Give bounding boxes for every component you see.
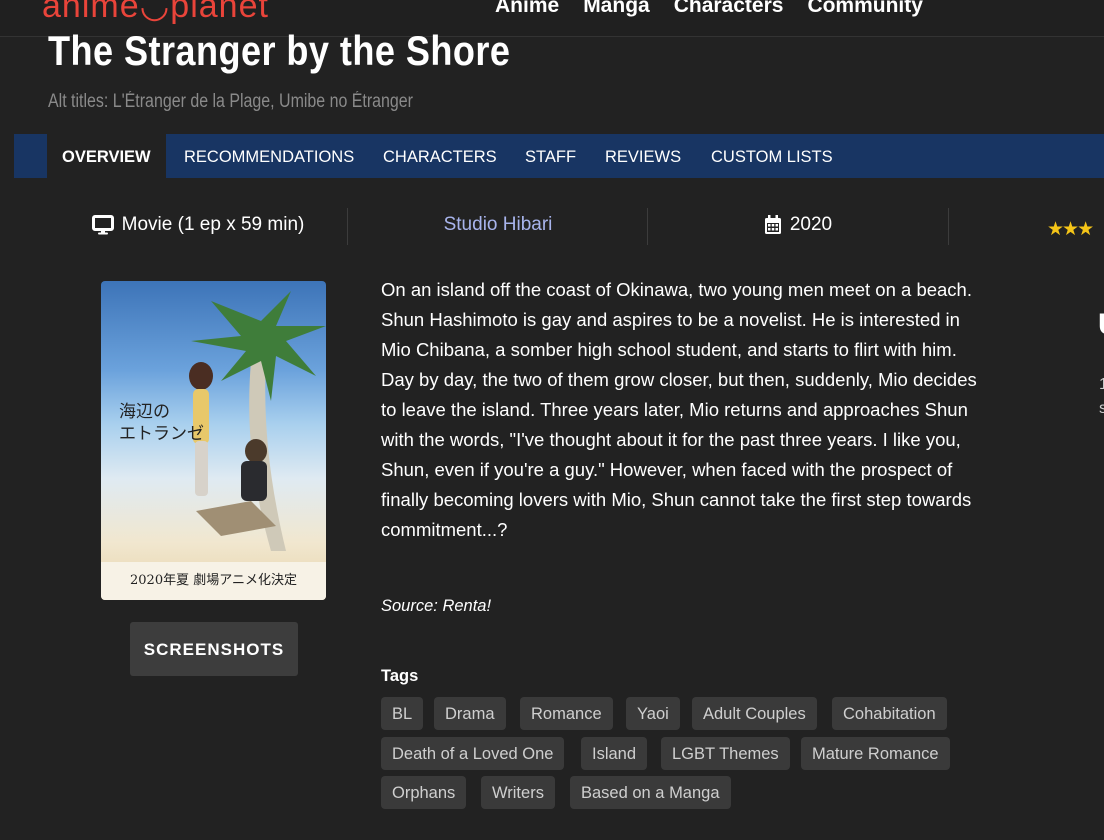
offscreen-glyph: 1 (1099, 376, 1104, 393)
logo-text-planet: planet (170, 0, 269, 25)
monitor-icon (91, 215, 114, 235)
nav-anime[interactable]: Anime (495, 0, 559, 18)
page-title: The Stranger by the Shore (48, 27, 511, 74)
tag-death-of-a-loved-one[interactable]: Death of a Loved One (381, 737, 565, 770)
offscreen-glyph: U (1098, 308, 1104, 342)
synopsis: On an island off the coast of Okinawa, t… (381, 279, 977, 540)
tag-island[interactable]: Island (581, 737, 648, 770)
tab-overview[interactable]: OVERVIEW (47, 134, 166, 178)
logo-text-anime: anime (42, 0, 140, 25)
tag-based-on-a-manga[interactable]: Based on a Manga (570, 776, 731, 809)
tab-reviews[interactable]: REVIEWS (605, 134, 681, 178)
alt-titles: Alt titles: L'Étranger de la Plage, Umib… (48, 91, 414, 112)
poster-title-line1: 海辺の (119, 402, 170, 422)
media-type-text: Movie (1 ep x 59 min) (121, 214, 305, 235)
poster-title-line2: エトランゼ (119, 424, 204, 444)
info-bar: Movie (1 ep x 59 min) Studio Hibari 2020 (0, 205, 1104, 245)
tab-staff[interactable]: STAFF (525, 134, 576, 178)
tab-custom-lists[interactable]: CUSTOM LISTS (711, 134, 833, 178)
rating-stars-icon: ★★★ (1047, 218, 1094, 240)
tab-bar: OVERVIEW RECOMMENDATIONS CHARACTERS STAF… (14, 134, 1104, 178)
tags-heading: Tags (381, 667, 419, 685)
tag-romance[interactable]: Romance (520, 697, 613, 730)
tag-mature-romance[interactable]: Mature Romance (801, 737, 950, 770)
poster-title: 海辺の エトランゼ (119, 401, 204, 445)
tag-adult-couples[interactable]: Adult Couples (692, 697, 817, 730)
media-type: Movie (1 ep x 59 min) (48, 205, 348, 245)
divider (948, 208, 949, 245)
tag-lgbt-themes[interactable]: LGBT Themes (661, 737, 790, 770)
tag-drama[interactable]: Drama (434, 697, 506, 730)
tag-orphans[interactable]: Orphans (381, 776, 467, 809)
logo-smile-icon: ◡ (139, 0, 171, 25)
tag-yaoi[interactable]: Yaoi (626, 697, 680, 730)
nav-characters[interactable]: Characters (674, 0, 784, 18)
tab-recommendations[interactable]: RECOMMENDATIONS (184, 134, 354, 178)
year-cell: 2020 (648, 205, 948, 245)
nav-manga[interactable]: Manga (583, 0, 650, 18)
poster-caption: 2020年夏 劇場アニメ化決定 (101, 562, 326, 600)
site-logo[interactable]: anime◡planet (42, 0, 269, 26)
year-text: 2020 (789, 214, 833, 235)
tag-cohabitation[interactable]: Cohabitation (832, 697, 947, 730)
synopsis-source: Source: Renta! (381, 597, 492, 615)
main-nav: Anime Manga Characters Community (495, 0, 923, 18)
offscreen-glyph: s (1099, 400, 1104, 417)
nav-community[interactable]: Community (807, 0, 923, 18)
screenshots-button[interactable]: SCREENSHOTS (130, 622, 298, 676)
studio-link[interactable]: Studio Hibari (444, 203, 553, 247)
studio-cell: Studio Hibari (348, 205, 648, 245)
calendar-icon (764, 215, 781, 234)
tag-bl[interactable]: BL (381, 697, 424, 730)
tab-characters[interactable]: CHARACTERS (383, 134, 497, 178)
poster-image[interactable]: 海辺の エトランゼ 2020年夏 劇場アニメ化決定 (101, 281, 326, 600)
tag-writers[interactable]: Writers (481, 776, 555, 809)
